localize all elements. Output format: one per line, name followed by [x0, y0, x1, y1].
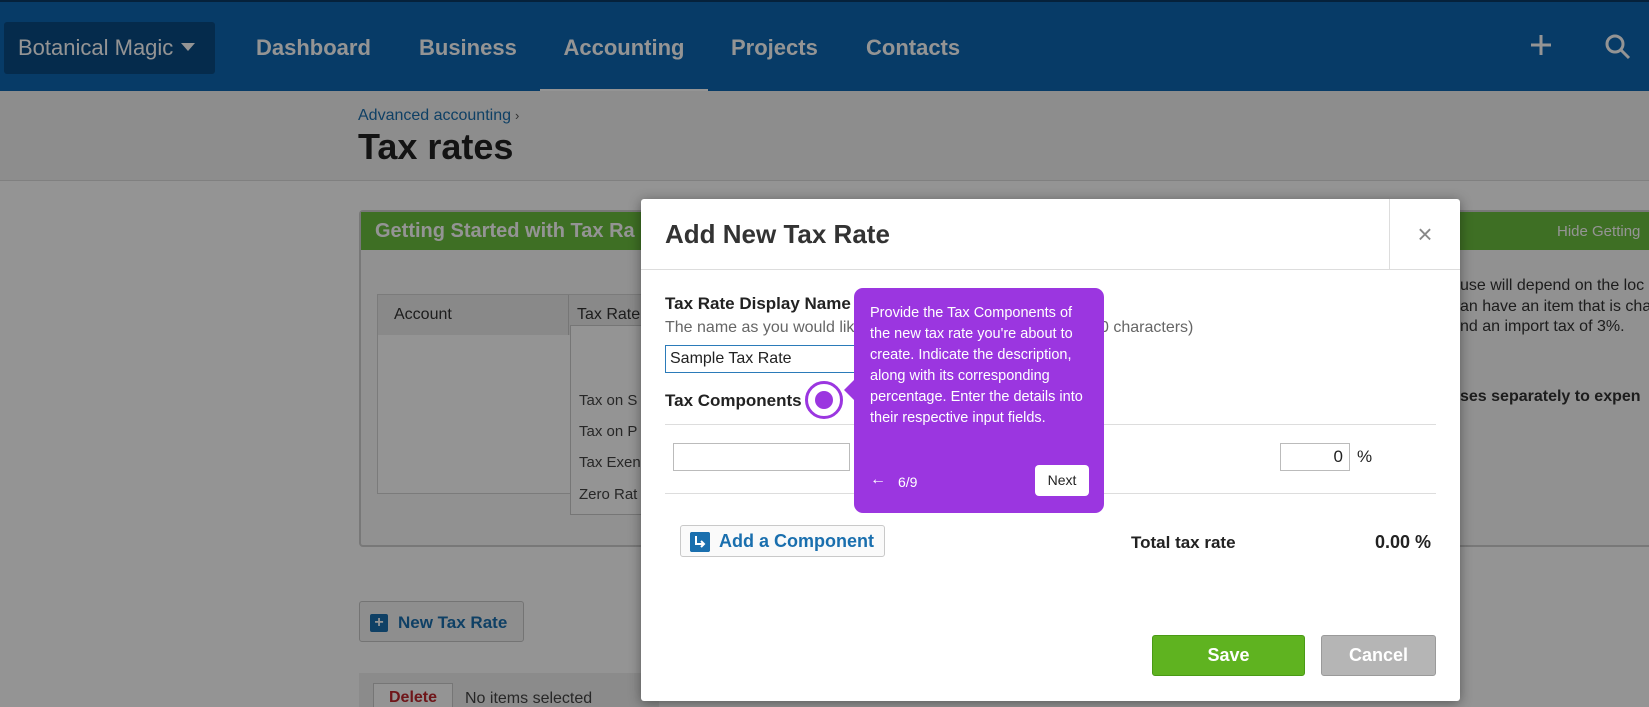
add-component-button[interactable]: Add a Component — [680, 525, 885, 557]
save-button[interactable]: Save — [1152, 635, 1305, 676]
percent-sign: % — [1357, 447, 1373, 466]
total-tax-rate-label: Total tax rate — [1131, 533, 1236, 552]
display-name-hint-end: 0 characters) — [1100, 319, 1194, 336]
cancel-button[interactable]: Cancel — [1321, 635, 1436, 676]
guide-text: Provide the Tax Components of the new ta… — [870, 305, 1083, 426]
display-name-input[interactable] — [665, 345, 885, 373]
add-component-icon — [690, 532, 710, 552]
add-component-label: Add a Component — [719, 531, 874, 551]
close-icon[interactable]: × — [1389, 199, 1460, 270]
total-tax-rate-value: 0.00 % — [1375, 532, 1432, 552]
modal-header: Add New Tax Rate × — [641, 199, 1460, 270]
guide-next-button[interactable]: Next — [1035, 465, 1089, 496]
component-percent-input[interactable] — [1280, 443, 1350, 471]
guide-tooltip: Provide the Tax Components of the new ta… — [844, 288, 1104, 513]
tax-components-label: Tax Components — [665, 391, 802, 410]
component-name-input[interactable] — [673, 443, 850, 471]
guide-hotspot[interactable] — [805, 381, 843, 419]
guide-step-counter: 6/9 — [898, 474, 918, 490]
back-arrow-icon[interactable]: ← — [870, 471, 886, 489]
display-name-label: Tax Rate Display Name — [665, 294, 851, 313]
hotspot-dot — [815, 391, 833, 409]
modal-title: Add New Tax Rate — [665, 219, 890, 249]
display-name-hint: The name as you would lik — [665, 319, 855, 336]
tooltip-arrow — [844, 380, 854, 400]
